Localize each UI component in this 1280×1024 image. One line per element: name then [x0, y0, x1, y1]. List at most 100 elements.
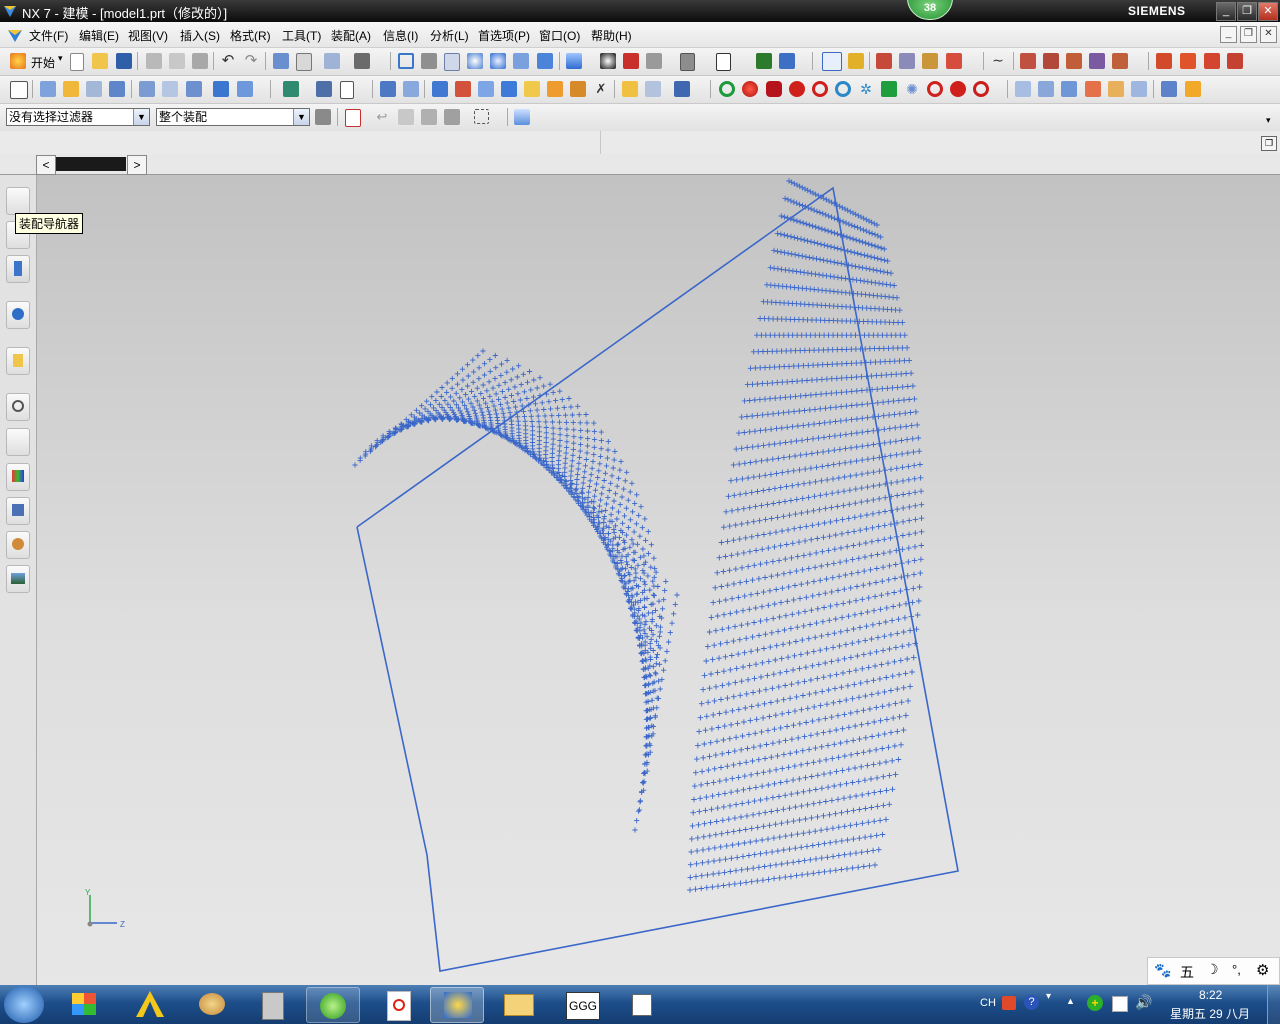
- process-studio-icon[interactable]: [6, 497, 30, 525]
- offset-curve-icon[interactable]: [1043, 53, 1059, 69]
- taskbar-autocad-icon[interactable]: [124, 987, 176, 1021]
- reuse-library-icon[interactable]: [6, 301, 30, 329]
- taskbar-window-icon[interactable]: [616, 987, 668, 1021]
- measure-length-icon[interactable]: [922, 53, 938, 69]
- static-wireframe-icon[interactable]: [646, 53, 662, 69]
- menu-tools[interactable]: 工具(T): [282, 27, 321, 44]
- select-feature-icon[interactable]: [398, 109, 414, 125]
- taskbar-paint-icon[interactable]: [186, 987, 238, 1021]
- measure-angle-icon[interactable]: [899, 53, 915, 69]
- type-filter-select[interactable]: 没有选择过滤器 ▼: [6, 108, 150, 126]
- redo-icon[interactable]: ↷: [243, 53, 259, 69]
- surface-icon[interactable]: [674, 81, 690, 97]
- curve-analysis-icon[interactable]: [946, 53, 962, 69]
- scroll-left-icon[interactable]: <: [36, 155, 56, 175]
- snap-point-icon[interactable]: [822, 52, 842, 71]
- menu-insert[interactable]: 插入(S): [180, 27, 220, 44]
- taskbar-acrobat-icon[interactable]: [372, 987, 424, 1021]
- taskbar-explorer-icon[interactable]: [492, 987, 544, 1021]
- wcs-icon[interactable]: [756, 53, 772, 69]
- zoom-icon[interactable]: [444, 53, 460, 71]
- close-button[interactable]: ✕: [1258, 2, 1278, 21]
- extension-icon[interactable]: [1131, 81, 1147, 97]
- hd3d-tools-icon[interactable]: [6, 347, 30, 375]
- assembly-icon[interactable]: [10, 81, 28, 99]
- start-orb-icon[interactable]: [4, 986, 44, 1023]
- thicken-icon[interactable]: [1015, 81, 1031, 97]
- general-selection-filter-icon[interactable]: [315, 109, 331, 125]
- part-navigator-icon[interactable]: [6, 255, 30, 283]
- extrude-icon[interactable]: [139, 81, 155, 97]
- sew-icon[interactable]: ✗: [593, 81, 609, 97]
- save-icon[interactable]: [116, 53, 132, 69]
- cylinder-red-icon[interactable]: [766, 81, 782, 97]
- new-file-icon[interactable]: [70, 53, 84, 71]
- ime-tray-icon[interactable]: [1002, 996, 1016, 1010]
- deselect-icon[interactable]: ↩: [374, 109, 390, 125]
- join-curve-icon[interactable]: [1112, 53, 1128, 69]
- volume-icon[interactable]: 🔊: [1135, 994, 1152, 1011]
- sphere-icon[interactable]: [742, 81, 758, 97]
- ring-blue-icon[interactable]: [835, 81, 851, 97]
- system-scenes-icon[interactable]: [6, 565, 30, 593]
- n-sided-surface-icon[interactable]: [1085, 81, 1101, 97]
- bridge-curve-icon[interactable]: [1089, 53, 1105, 69]
- settings-gear-icon[interactable]: ⚙: [1256, 961, 1269, 979]
- clock-date[interactable]: 星期五 29 八月: [1170, 1005, 1250, 1022]
- minimize-button[interactable]: _: [1216, 2, 1236, 21]
- history-icon[interactable]: [6, 393, 30, 421]
- taskbar-sync-icon[interactable]: [306, 987, 360, 1023]
- pan-icon[interactable]: [513, 53, 529, 69]
- options-tray-icon[interactable]: ▾: [1046, 991, 1051, 1002]
- menu-preferences[interactable]: 首选项(P): [478, 27, 530, 44]
- rotate-icon[interactable]: [490, 53, 506, 69]
- chevron-down-icon[interactable]: ▼: [293, 109, 309, 125]
- doc-minimize-button[interactable]: _: [1220, 26, 1237, 43]
- washer-icon[interactable]: [927, 81, 943, 97]
- through-curves-icon[interactable]: [622, 81, 638, 97]
- menu-file[interactable]: 文件(F): [29, 27, 68, 44]
- start-dropdown-icon[interactable]: ▾: [58, 53, 63, 64]
- move-object-icon[interactable]: [779, 53, 795, 69]
- edit-curve-icon[interactable]: [1204, 53, 1220, 69]
- shaded-icon[interactable]: [623, 53, 639, 69]
- perspective-icon[interactable]: [537, 53, 553, 69]
- maximize-viewport-icon[interactable]: ❐: [1261, 136, 1277, 151]
- scroll-right-icon[interactable]: >: [127, 155, 147, 175]
- tools-icon[interactable]: [354, 53, 370, 69]
- taskbar-calculator-icon[interactable]: [246, 987, 298, 1021]
- language-indicator[interactable]: CH: [980, 997, 996, 1009]
- show-hidden-icons-icon[interactable]: ▲: [1066, 996, 1075, 1006]
- book-icon[interactable]: [316, 81, 332, 97]
- menu-help[interactable]: 帮助(H): [591, 27, 632, 44]
- moon-icon[interactable]: ☽: [1206, 961, 1219, 978]
- shape-studio-icon[interactable]: [1185, 81, 1201, 97]
- spring-icon[interactable]: [950, 81, 966, 97]
- menu-edit[interactable]: 编辑(E): [79, 27, 119, 44]
- background-icon[interactable]: [680, 53, 695, 71]
- zoom-window-icon[interactable]: [421, 53, 437, 69]
- selection-scope-select[interactable]: 整个装配 ▼: [156, 108, 310, 126]
- extract-curve-icon[interactable]: [1020, 53, 1036, 69]
- chamfer-icon[interactable]: [403, 81, 419, 97]
- paste-icon[interactable]: [192, 53, 208, 69]
- trim-body-icon[interactable]: [501, 81, 517, 97]
- select-edge-icon[interactable]: [444, 109, 460, 125]
- fit-icon[interactable]: [398, 53, 414, 69]
- sprocket-icon[interactable]: ✺: [904, 81, 920, 97]
- fill-surface-icon[interactable]: [1161, 81, 1177, 97]
- start-icon[interactable]: [10, 53, 26, 69]
- toolbar-options-icon[interactable]: ▾: [1266, 115, 1271, 126]
- cone-icon[interactable]: [881, 81, 897, 97]
- chevron-down-icon[interactable]: ▼: [133, 109, 149, 125]
- circle-icon[interactable]: [719, 81, 735, 97]
- edge-blend-icon[interactable]: [380, 81, 396, 97]
- select-face-icon[interactable]: [421, 109, 437, 125]
- revolve-icon[interactable]: [162, 81, 178, 97]
- taskbar-nx-icon[interactable]: [430, 987, 484, 1023]
- paw-icon[interactable]: 🐾: [1154, 962, 1171, 979]
- left-point-cloud-surface[interactable]: [352, 348, 680, 833]
- divide-curve-icon[interactable]: [1180, 53, 1196, 69]
- open-folder-icon[interactable]: [92, 53, 108, 69]
- doc-close-button[interactable]: ✕: [1260, 26, 1277, 43]
